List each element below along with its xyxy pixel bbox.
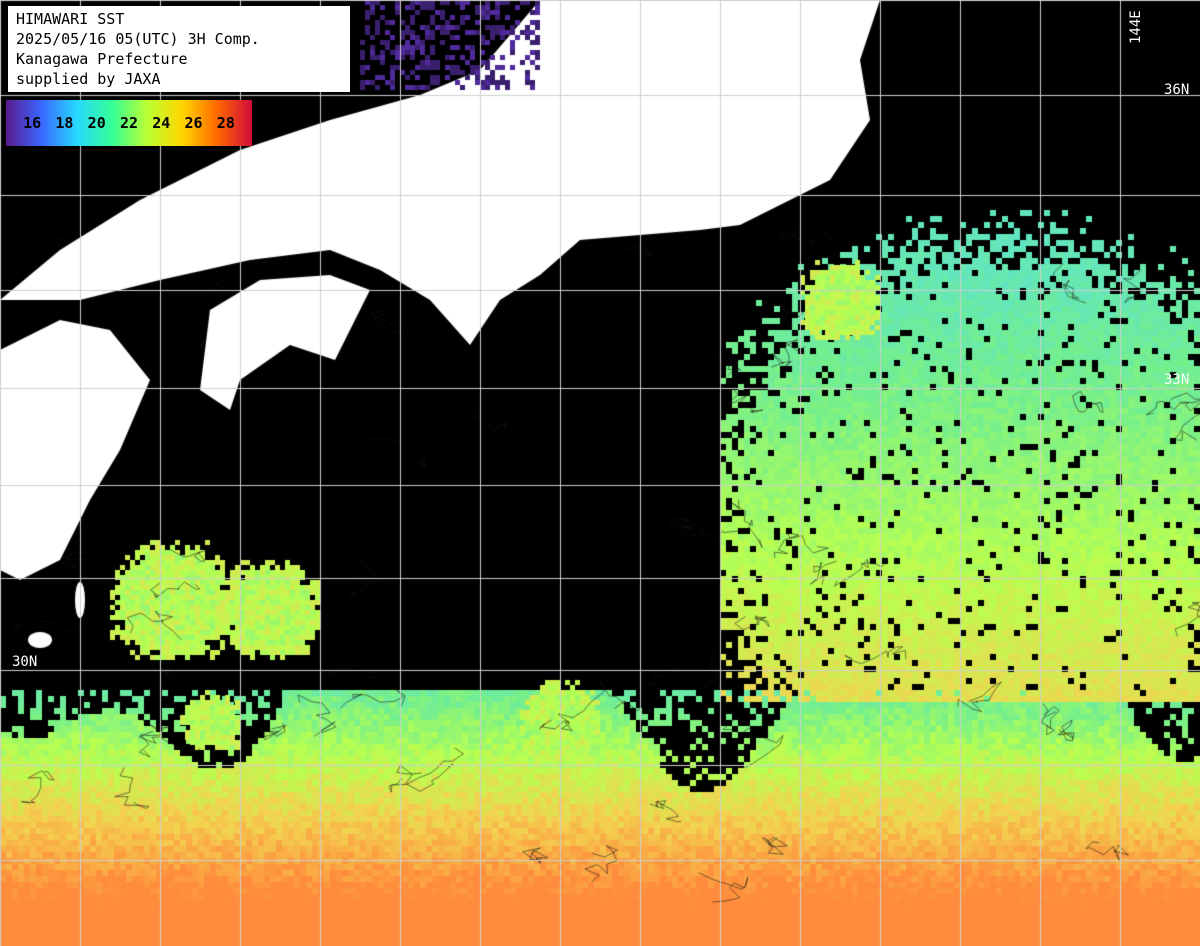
title-line-2: 2025/05/16 05(UTC) 3H Comp. <box>16 30 260 48</box>
colorbar-tick-20: 20 <box>87 114 106 132</box>
title-line-1: HIMAWARI SST <box>16 10 125 28</box>
colorbar-tick-18: 18 <box>55 114 74 132</box>
colorbar-tick-28: 28 <box>216 114 235 132</box>
colorbar-tick-16: 16 <box>23 114 42 132</box>
lat-label-36n: 36N <box>1164 82 1190 98</box>
lon-label-144e: 144E <box>1128 10 1144 44</box>
title-box: HIMAWARI SST 2025/05/16 05(UTC) 3H Comp.… <box>8 6 350 92</box>
lat-label-30n: 30N <box>12 654 38 670</box>
colorbar-tick-26: 26 <box>184 114 203 132</box>
colorbar-tick-24: 24 <box>152 114 171 132</box>
colorbar-tick-22: 22 <box>119 114 139 132</box>
lat-label-33n: 33N <box>1164 372 1190 388</box>
title-line-4: supplied by JAXA <box>16 70 161 88</box>
title-line-3: Kanagawa Prefecture <box>16 50 188 68</box>
temperature-colorbar: 16 18 20 22 24 26 28 <box>6 100 252 146</box>
